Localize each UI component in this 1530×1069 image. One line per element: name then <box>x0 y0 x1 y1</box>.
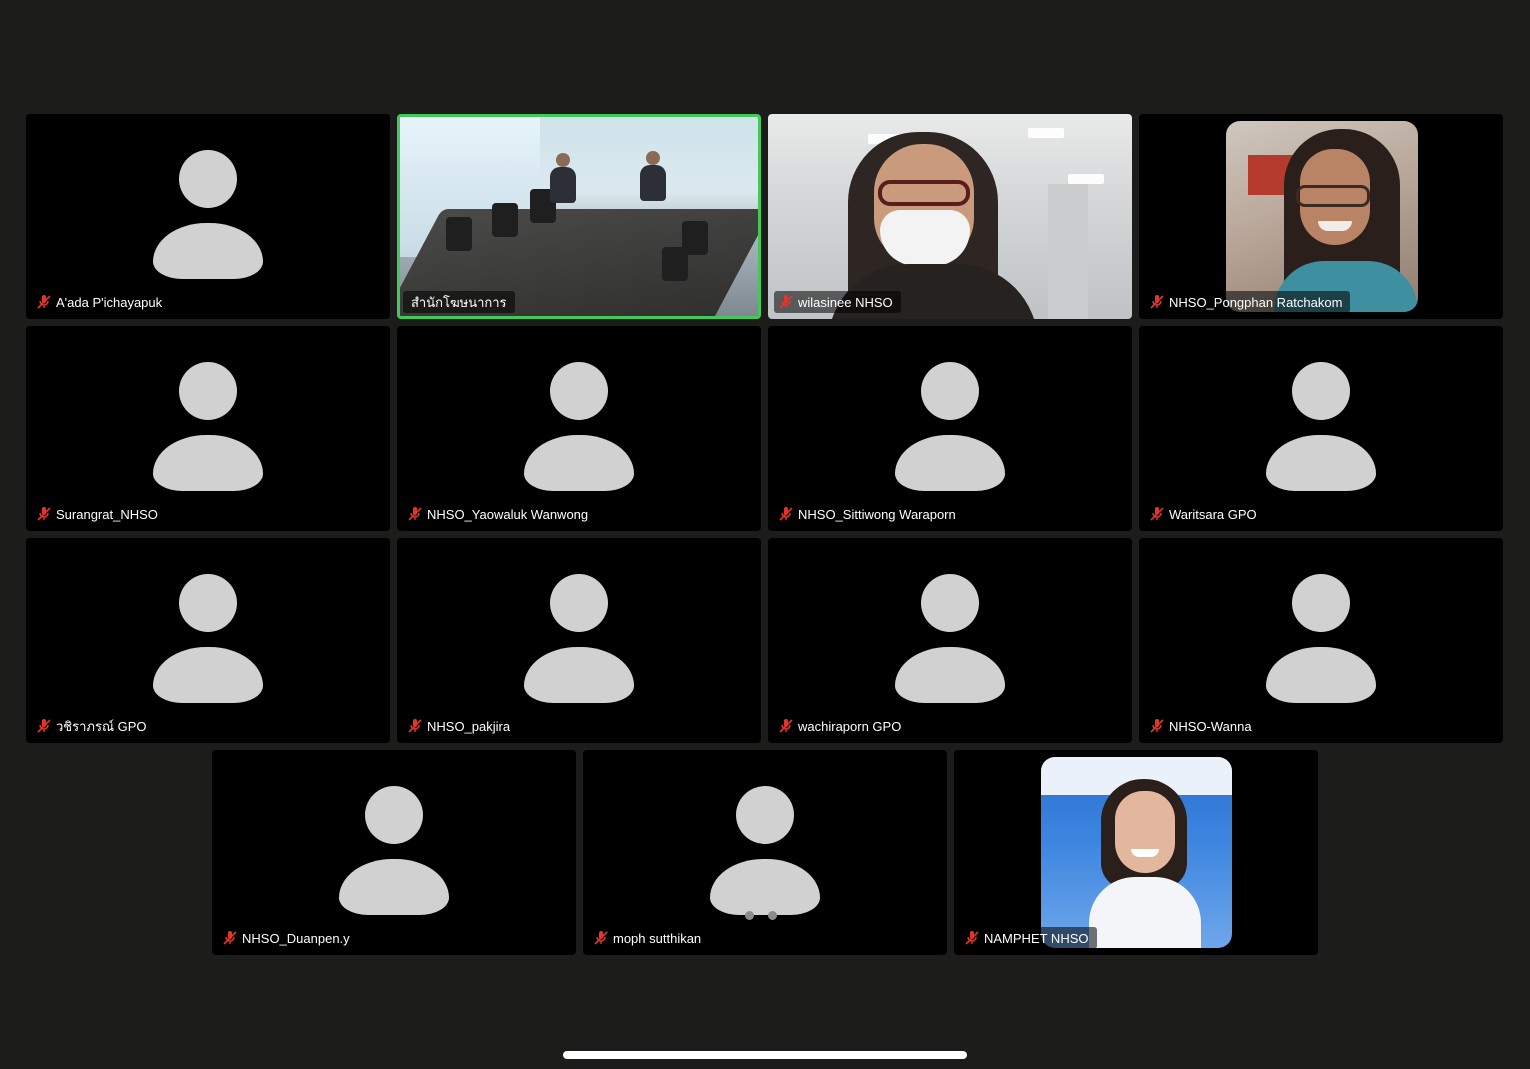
participant-tile[interactable]: Surangrat_NHSO <box>26 326 390 531</box>
user-avatar-icon <box>523 574 635 704</box>
user-avatar-icon <box>894 574 1006 704</box>
participant-name: Waritsara GPO <box>1169 506 1257 522</box>
video-feed-office <box>768 114 1132 319</box>
participant-name-tag: NHSO_Sittiwong Waraporn <box>774 503 964 525</box>
participant-name: wilasinee NHSO <box>798 294 893 310</box>
mic-muted-icon <box>779 295 793 309</box>
participant-name-tag: Surangrat_NHSO <box>32 503 166 525</box>
participant-name: moph sutthikan <box>613 930 702 946</box>
participant-tile[interactable]: NHSO_Yaowaluk Wanwong <box>397 326 761 531</box>
participant-tile[interactable]: NHSO_Duanpen.y <box>212 750 576 955</box>
mic-muted-icon <box>1150 507 1164 521</box>
participant-tile-active-speaker[interactable]: สำนักโฆษนาการ <box>397 114 761 319</box>
user-avatar-icon <box>338 786 450 916</box>
participant-name: Surangrat_NHSO <box>56 506 158 522</box>
participant-name-tag: moph sutthikan <box>589 927 710 949</box>
participant-tile[interactable]: NAMPHET NHSO <box>954 750 1318 955</box>
mic-muted-icon <box>779 507 793 521</box>
participant-name-tag: สำนักโฆษนาการ <box>403 291 515 313</box>
user-avatar-icon <box>152 574 264 704</box>
user-avatar-icon <box>1265 574 1377 704</box>
page-dot-2[interactable] <box>768 911 777 920</box>
participant-tile[interactable]: Waritsara GPO <box>1139 326 1503 531</box>
page-indicator[interactable] <box>745 911 777 920</box>
mic-muted-icon <box>223 931 237 945</box>
participant-tile[interactable]: NHSO_pakjira <box>397 538 761 743</box>
participant-name: NAMPHET NHSO <box>984 930 1089 946</box>
participant-name-tag: วชิราภรณ์ GPO <box>32 715 155 737</box>
page-dot-1[interactable] <box>745 911 754 920</box>
participant-tile[interactable]: moph sutthikan <box>583 750 947 955</box>
participant-name: NHSO_Sittiwong Waraporn <box>798 506 956 522</box>
video-feed-meeting-room <box>400 117 758 316</box>
participant-name-tag: NHSO_Pongphan Ratchakom <box>1145 291 1351 313</box>
participant-tile[interactable]: วชิราภรณ์ GPO <box>26 538 390 743</box>
participant-name: NHSO_Pongphan Ratchakom <box>1169 294 1343 310</box>
participant-name: A'ada P'ichayapuk <box>56 294 163 310</box>
mic-muted-icon <box>37 295 51 309</box>
participant-tile[interactable]: NHSO_Pongphan Ratchakom <box>1139 114 1503 319</box>
home-indicator[interactable] <box>563 1051 967 1059</box>
mic-muted-icon <box>779 719 793 733</box>
participant-name-tag: Waritsara GPO <box>1145 503 1265 525</box>
user-avatar-icon <box>152 150 264 280</box>
participant-name-tag: wachiraporn GPO <box>774 715 910 737</box>
participant-name-tag: wilasinee NHSO <box>774 291 901 313</box>
participant-name: NHSO_pakjira <box>427 718 511 734</box>
participant-name-tag: NHSO_pakjira <box>403 715 519 737</box>
participant-name-tag: NHSO_Yaowaluk Wanwong <box>403 503 597 525</box>
profile-photo <box>1226 121 1418 312</box>
mic-muted-icon <box>37 719 51 733</box>
participant-tile[interactable]: wachiraporn GPO <box>768 538 1132 743</box>
user-avatar-icon <box>1265 362 1377 492</box>
mic-muted-icon <box>37 507 51 521</box>
participant-name-tag: NHSO_Duanpen.y <box>218 927 358 949</box>
participant-name: สำนักโฆษนาการ <box>411 294 507 310</box>
participant-name: NHSO_Yaowaluk Wanwong <box>427 506 589 522</box>
participant-tile[interactable]: wilasinee NHSO <box>768 114 1132 319</box>
mic-muted-icon <box>1150 719 1164 733</box>
participant-name-tag: NAMPHET NHSO <box>960 927 1097 949</box>
participant-tile[interactable]: NHSO_Sittiwong Waraporn <box>768 326 1132 531</box>
mic-muted-icon <box>965 931 979 945</box>
mic-muted-icon <box>594 931 608 945</box>
mic-muted-icon <box>408 507 422 521</box>
mic-muted-icon <box>408 719 422 733</box>
participant-tile[interactable]: A'ada P'ichayapuk <box>26 114 390 319</box>
user-avatar-icon <box>523 362 635 492</box>
participant-name-tag: A'ada P'ichayapuk <box>32 291 171 313</box>
video-gallery: A'ada P'ichayapuk สำนักโฆษนาการ wilasine… <box>0 0 1530 1069</box>
profile-photo <box>1041 757 1232 948</box>
participant-name: NHSO_Duanpen.y <box>242 930 350 946</box>
participant-name: wachiraporn GPO <box>798 718 902 734</box>
participant-tile[interactable]: NHSO-Wanna <box>1139 538 1503 743</box>
user-avatar-icon <box>894 362 1006 492</box>
user-avatar-icon <box>152 362 264 492</box>
user-avatar-icon <box>709 786 821 916</box>
participant-name: NHSO-Wanna <box>1169 718 1252 734</box>
participant-name-tag: NHSO-Wanna <box>1145 715 1260 737</box>
participant-name: วชิราภรณ์ GPO <box>56 718 147 734</box>
mic-muted-icon <box>1150 295 1164 309</box>
